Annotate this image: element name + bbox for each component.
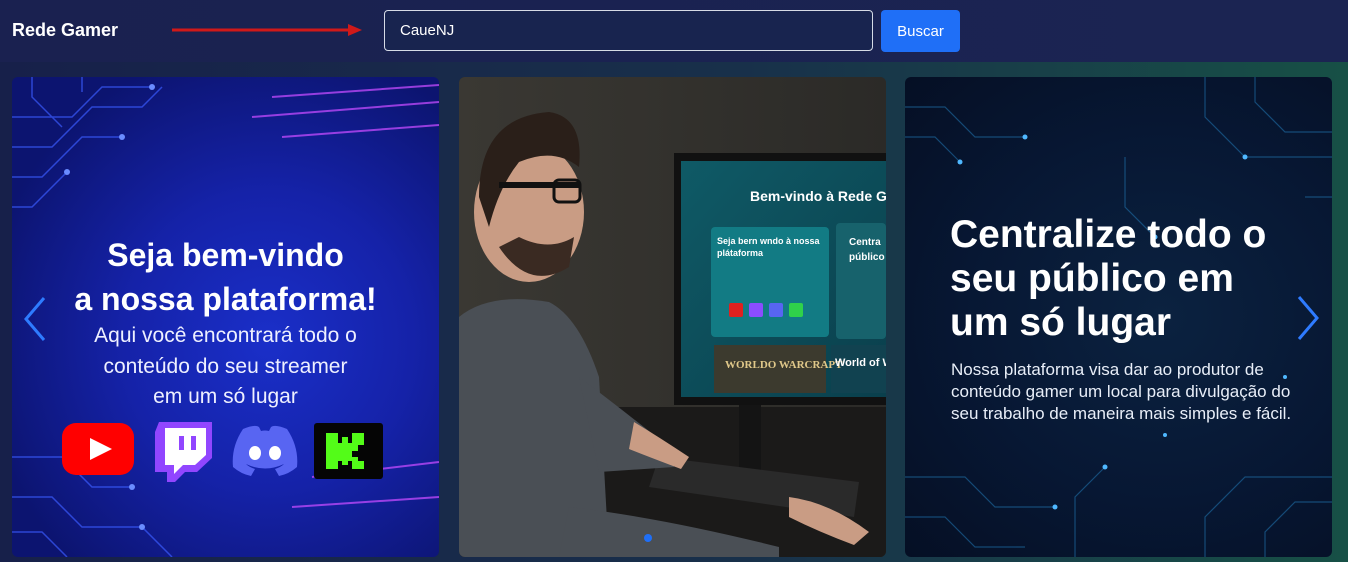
carousel-prev-button[interactable] (20, 294, 50, 344)
monitor-heading: Bem-vindo à Rede Ga (750, 188, 886, 204)
carousel-next-button[interactable] (1293, 293, 1323, 343)
twitch-icon (155, 422, 212, 482)
search-button[interactable]: Buscar (881, 10, 960, 52)
carousel-slide-centralize: Centralize todo o seu público em um só l… (905, 77, 1332, 557)
kick-icon (314, 423, 383, 479)
slide-title-line3: um só lugar (950, 301, 1172, 344)
monitor-card2-text: Centra públicos (849, 237, 885, 263)
annotation-arrow-icon (172, 24, 362, 36)
monitor-card-text: Seja bern wndo à nossa plátaforma (717, 236, 820, 258)
gamer-photo (459, 77, 886, 557)
navbar: Rede Gamer Buscar (0, 0, 1348, 62)
slide-title-line1: Seja bem-vindo (107, 237, 344, 273)
carousel-indicator-active[interactable] (644, 534, 652, 542)
brand-logo[interactable]: Rede Gamer (12, 20, 118, 41)
search-input[interactable] (384, 10, 873, 51)
monitor-banner-text: WORLDO WARCRAPT (725, 359, 843, 371)
slide-title-line2: a nossa plataforma! (74, 281, 377, 317)
monitor-banner2-text: World of Wa (835, 357, 886, 369)
slide-title-line2: seu público em (950, 257, 1234, 300)
slide-description: Nossa plataforma visa dar ao produtor de… (951, 360, 1292, 423)
discord-icon (232, 425, 298, 476)
slide-subtitle-line2: conteúdo do seu streamer (103, 355, 348, 378)
slide-subtitle-line3: em um só lugar (153, 385, 298, 408)
carousel-slide-welcome: Seja bem-vindo a nossa plataforma! Aqui … (12, 77, 439, 557)
slide-title-line1: Centralize todo o (950, 213, 1267, 256)
carousel-slide-photo: Bem-vindo à Rede Ga Seja bern wndo à nos… (459, 77, 886, 557)
youtube-icon (62, 423, 134, 475)
slide-subtitle-line1: Aqui você encontrará todo o (94, 324, 357, 347)
